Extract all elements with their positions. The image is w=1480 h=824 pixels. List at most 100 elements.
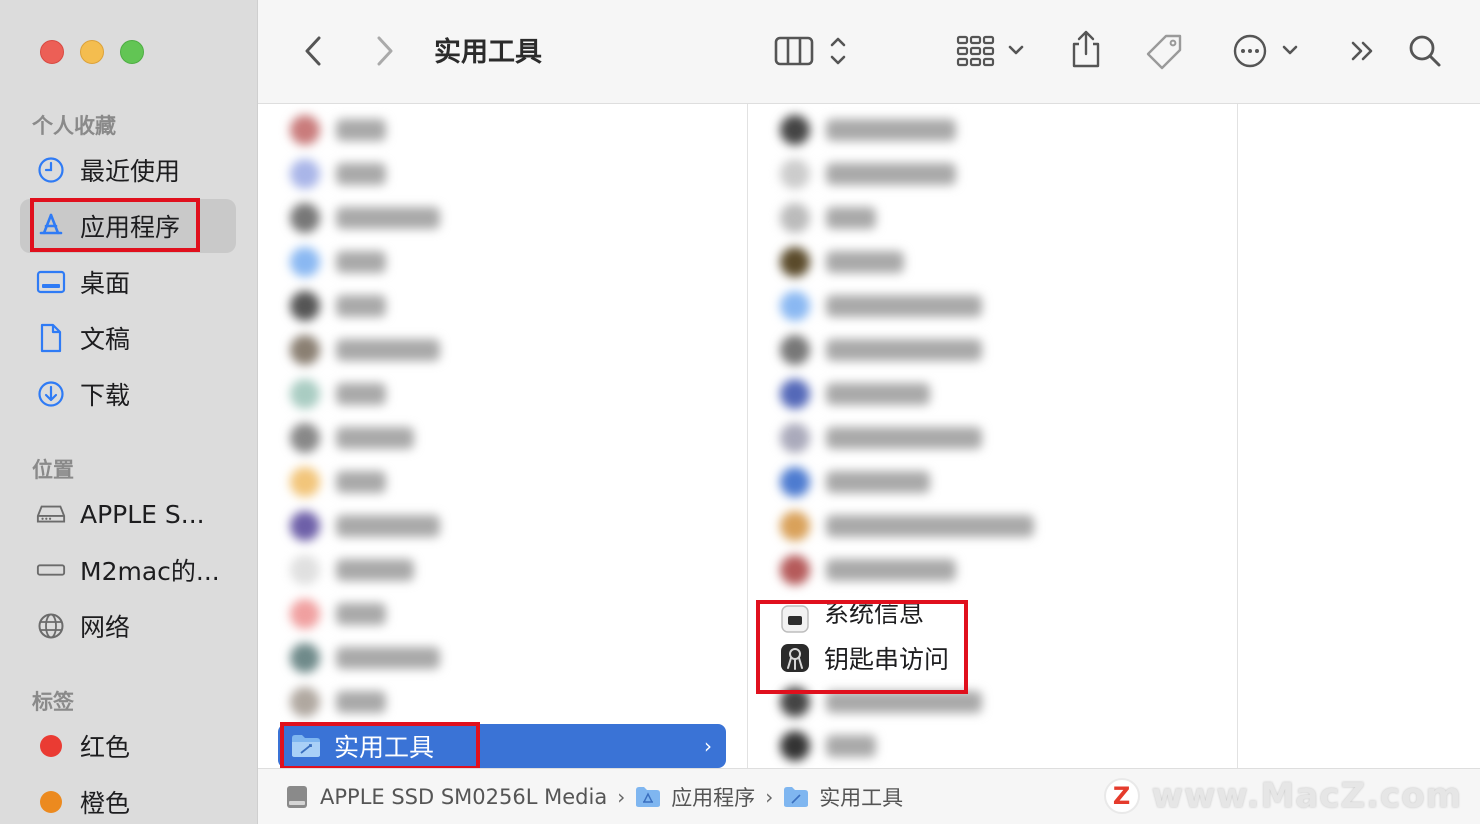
list-item[interactable] [780, 328, 982, 372]
sidebar-item-label: M2mac的... [80, 557, 220, 586]
grid-icon [956, 35, 1024, 67]
sidebar-item-label: APPLE S... [80, 499, 205, 529]
forward-button[interactable] [370, 32, 400, 70]
globe-icon [36, 611, 66, 641]
list-item[interactable] [780, 548, 956, 592]
download-icon [36, 379, 66, 409]
list-item[interactable] [290, 372, 386, 416]
macz-logo-icon: Z [1103, 778, 1140, 814]
breadcrumb-label: 应用程序 [671, 785, 756, 810]
breadcrumb-applications[interactable]: 应用程序 [635, 782, 755, 812]
chevron-right-icon: › [617, 784, 626, 809]
list-item[interactable] [290, 504, 440, 548]
sidebar-item-label: 最近使用 [80, 157, 181, 186]
sidebar-item-tag-orange[interactable]: 橙色 [20, 775, 236, 824]
chevron-right-icon: › [765, 784, 774, 809]
sidebar-item-m2mac[interactable]: M2mac的... [20, 543, 236, 597]
view-mode-button[interactable] [772, 30, 856, 72]
folder-icon [783, 786, 809, 808]
list-item[interactable] [290, 240, 386, 284]
back-button[interactable] [298, 32, 328, 70]
sidebar: 个人收藏 最近使用 应用程序 桌面 文稿 下载 位置 APPLE S... M2… [0, 0, 258, 824]
share-button[interactable] [1066, 26, 1106, 72]
column-preview [1238, 104, 1480, 768]
drive-icon [284, 784, 310, 810]
sidebar-item-apple-ssd[interactable]: APPLE S... [20, 487, 236, 541]
list-item[interactable] [290, 636, 440, 680]
tags-section-title: 标签 [32, 690, 74, 714]
drive-icon [36, 499, 66, 529]
sidebar-item-recents[interactable]: 最近使用 [20, 143, 236, 197]
columns-view-icon [774, 36, 846, 66]
locations-section-title: 位置 [32, 458, 74, 482]
chevron-right-icon: › [704, 734, 712, 758]
sidebar-item-label: 文稿 [80, 325, 131, 354]
chevron-double-right-icon [1351, 41, 1373, 61]
close-button[interactable] [40, 40, 64, 64]
toolbar-overflow-button[interactable] [1348, 32, 1378, 70]
list-item[interactable] [780, 108, 956, 152]
zoom-button[interactable] [120, 40, 144, 64]
highlight-box [756, 600, 968, 694]
sidebar-item-label: 桌面 [80, 269, 131, 298]
list-item[interactable] [290, 548, 414, 592]
drive-icon [36, 555, 66, 585]
sidebar-item-network[interactable]: 网络 [20, 599, 236, 653]
breadcrumb-drive[interactable]: APPLE SSD SM0256L Media [284, 784, 607, 810]
list-item[interactable] [290, 152, 386, 196]
document-icon [36, 323, 66, 353]
tag-button[interactable] [1142, 30, 1186, 74]
list-item[interactable] [290, 592, 386, 636]
list-item[interactable] [780, 284, 982, 328]
list-item[interactable] [780, 416, 982, 460]
watermark: Z www.MacZ.com [1103, 776, 1462, 816]
watermark-text: www.MacZ.com [1151, 776, 1462, 816]
search-button[interactable] [1406, 30, 1444, 72]
tag-icon [1146, 34, 1182, 70]
list-item[interactable] [290, 416, 414, 460]
chevron-right-icon [377, 36, 393, 66]
window-title: 实用工具 [434, 37, 542, 68]
highlight-box [30, 198, 200, 252]
breadcrumb-label: APPLE SSD SM0256L Media [320, 784, 608, 809]
list-item[interactable] [290, 284, 386, 328]
toolbar: 实用工具 [258, 0, 1480, 104]
list-item[interactable] [780, 240, 904, 284]
sidebar-item-label: 网络 [80, 613, 131, 642]
list-item[interactable] [290, 328, 440, 372]
group-button[interactable] [954, 30, 1030, 72]
sidebar-item-downloads[interactable]: 下载 [20, 367, 236, 421]
sidebar-item-label: 红色 [80, 733, 131, 762]
list-item[interactable] [290, 108, 386, 152]
sidebar-item-label: 橙色 [80, 789, 131, 818]
share-icon [1072, 30, 1100, 68]
list-item[interactable] [290, 196, 440, 240]
chevron-left-icon [305, 36, 321, 66]
breadcrumb-label: 实用工具 [819, 785, 904, 810]
list-item[interactable] [780, 724, 876, 768]
desktop-icon [36, 267, 66, 297]
sidebar-item-label: 下载 [80, 381, 131, 410]
search-icon [1409, 35, 1441, 67]
highlight-box [280, 722, 480, 770]
sidebar-item-desktop[interactable]: 桌面 [20, 255, 236, 309]
favorites-section-title: 个人收藏 [32, 114, 116, 138]
list-item[interactable] [780, 460, 930, 504]
list-item[interactable] [290, 680, 386, 724]
list-item[interactable] [780, 196, 876, 240]
breadcrumb-utilities[interactable]: 实用工具 [783, 782, 903, 812]
clock-icon [36, 155, 66, 185]
sidebar-item-documents[interactable]: 文稿 [20, 311, 236, 365]
sidebar-item-tag-red[interactable]: 红色 [20, 719, 236, 773]
list-item[interactable] [290, 460, 386, 504]
minimize-button[interactable] [80, 40, 104, 64]
window-controls [40, 40, 144, 64]
column-applications: 实用工具 › [258, 104, 748, 768]
tag-dot-icon [36, 731, 66, 761]
more-actions-button[interactable] [1230, 30, 1304, 72]
ellipsis-circle-icon [1233, 34, 1298, 68]
tag-dot-icon [36, 787, 66, 817]
list-item[interactable] [780, 152, 956, 196]
list-item[interactable] [780, 372, 930, 416]
list-item[interactable] [780, 504, 1034, 548]
